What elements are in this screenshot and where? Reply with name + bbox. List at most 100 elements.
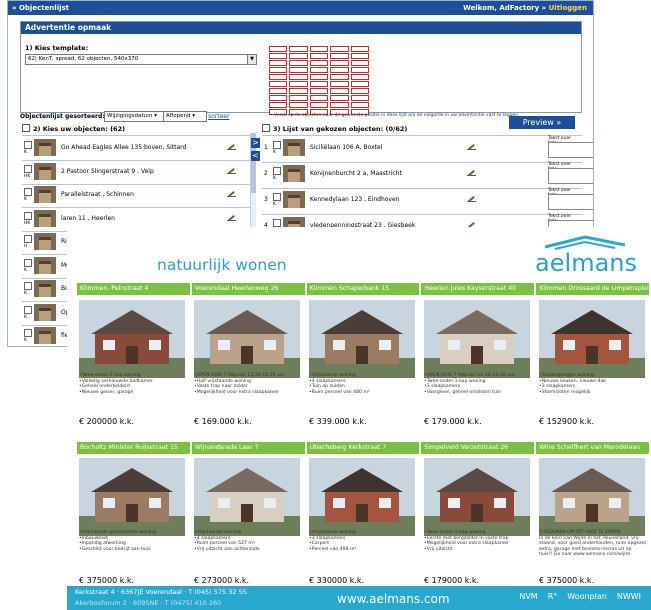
object-checkbox[interactable]	[24, 258, 32, 267]
edit-pencil-icon[interactable]	[467, 195, 476, 203]
thumbnail-row	[269, 88, 370, 94]
object-thumbnail	[34, 162, 56, 180]
object-thumbnail	[34, 209, 56, 227]
sort-field-select[interactable]: Wijzigingsdatum ▾	[104, 111, 164, 122]
thumbnail-cell	[269, 46, 288, 52]
object-checkbox[interactable]	[24, 188, 32, 196]
object-checkbox[interactable]	[273, 219, 281, 227]
listing-title: Voerendaal Heerlenweg 26	[191, 283, 305, 295]
house-image	[39, 260, 51, 274]
object-list-item[interactable]: K Parallelstraat , Schinnen	[22, 183, 250, 208]
object-checkbox[interactable]	[273, 141, 281, 149]
house-photo	[539, 458, 645, 536]
window	[448, 498, 460, 508]
object-list-item[interactable]: K Go Ahead Eagles Allee 135 boven, Sittar…	[22, 136, 250, 161]
house-photo	[79, 300, 185, 378]
select-all-checkbox[interactable]	[22, 124, 30, 132]
object-checkbox[interactable]	[24, 235, 32, 243]
nav-objectenlijst-link[interactable]: » Objectenlijst	[12, 4, 69, 12]
add-object-button[interactable]: >	[251, 138, 260, 148]
chevron-down-icon[interactable]: ▼	[247, 55, 256, 64]
object-checkbox[interactable]	[24, 282, 32, 290]
house-image	[288, 143, 300, 156]
listing-price: € 330000 k.k.	[309, 576, 365, 585]
door	[356, 346, 368, 364]
listing-photo	[79, 458, 185, 536]
feature-line: staand, voor goed onderhouden, ruim opge…	[539, 541, 648, 547]
photo-text-input[interactable]	[548, 168, 593, 184]
listing-title: Simpelveld Verzetstraat 26	[421, 442, 535, 454]
edit-pencil-icon[interactable]	[227, 143, 236, 151]
remove-object-button[interactable]: <	[251, 151, 260, 161]
listing-photo	[539, 300, 645, 378]
thumbnail-cell	[350, 81, 370, 87]
object-checkbox[interactable]	[24, 211, 32, 220]
object-type: HK	[24, 173, 31, 179]
object-list-item[interactable]: HK 2 Pastoor Slingerstraat 9 , Velp	[22, 160, 250, 185]
door	[586, 346, 598, 364]
window	[218, 340, 230, 350]
feature-line: •Nieuwe geiser, garage	[79, 389, 134, 395]
window	[218, 498, 230, 508]
thumbnail-cell	[269, 60, 288, 66]
object-type: K	[24, 197, 27, 202]
object-thumbnail	[34, 233, 56, 250]
logout-link[interactable]: Uitloggen	[549, 4, 587, 12]
template-select[interactable]: 62| KenT, spread, 62 objecten, 540x370 ▼	[25, 54, 257, 65]
object-checkbox[interactable]	[24, 141, 32, 149]
object-thumbnail	[283, 139, 305, 156]
listing-photo	[424, 300, 530, 378]
edit-pencil-icon[interactable]	[467, 169, 476, 177]
window	[563, 340, 575, 350]
photo-text-input[interactable]	[548, 194, 593, 210]
object-thumbnail	[283, 191, 305, 208]
object-checkbox[interactable]	[24, 164, 32, 173]
footer-badge: NVM	[519, 592, 538, 601]
object-type: K	[24, 314, 27, 320]
feature-line: •Mogelijkheid voor extra slaapkamer	[194, 389, 280, 395]
chosen-object-item[interactable]: 3 K Kennedylaan 123 , Eindhoven Tekst over …	[262, 188, 593, 215]
chosen-object-item[interactable]: 1KSiciliëlaan 106 A, BoxtelTekst over fo…	[262, 136, 593, 163]
listing-title: Bocholtz Minister Ruijsstraat 15	[77, 442, 190, 454]
select-all-chosen-checkbox[interactable]	[262, 124, 270, 132]
sort-order-select[interactable]: Aflopend ▾	[163, 111, 207, 122]
object-checkbox[interactable]	[24, 305, 32, 314]
window	[609, 340, 621, 350]
edit-pencil-icon[interactable]	[227, 190, 236, 198]
chosen-object-item[interactable]: 2 K Konijnenburcht 2 a, Maastricht Tekst ov…	[262, 162, 593, 189]
house-photo	[539, 300, 645, 378]
thumbnail-cell	[330, 81, 349, 87]
edit-pencil-icon[interactable]	[227, 167, 236, 175]
window	[264, 340, 276, 350]
edit-pencil-icon[interactable]	[227, 214, 236, 222]
object-position: 2	[264, 170, 268, 177]
object-checkbox[interactable]	[273, 167, 281, 175]
house-photo	[79, 458, 185, 536]
object-type: K	[24, 291, 27, 296]
object-type: K	[273, 202, 276, 207]
thumbnail-cell	[350, 88, 370, 94]
listing-price: € 169.000 k.k.	[194, 417, 252, 426]
object-checkbox[interactable]	[273, 193, 281, 201]
object-thumbnail	[34, 256, 56, 274]
house-image	[288, 169, 300, 182]
house-photo	[424, 300, 530, 378]
footer-url[interactable]: www.aelmans.com	[337, 592, 450, 606]
footer-badges: NVM R° Woonplan NWWI	[519, 592, 641, 601]
photo-text-input[interactable]	[548, 142, 593, 158]
door	[241, 346, 253, 364]
thumbnail-cell	[330, 53, 349, 59]
thumbnail-cell	[350, 46, 370, 52]
object-checkbox[interactable]	[24, 329, 32, 337]
object-thumbnail	[34, 303, 56, 321]
edit-pencil-icon[interactable]	[467, 143, 476, 151]
thumbnail-row	[269, 67, 370, 73]
sort-button[interactable]: sorteer	[208, 113, 229, 120]
footer-badge: NWWI	[616, 592, 641, 601]
sort-field-value: Wijzigingsdatum	[107, 113, 153, 119]
house-image	[39, 284, 51, 297]
window	[494, 340, 506, 350]
thumbnail-cell	[309, 60, 329, 66]
window	[264, 498, 276, 508]
house-image	[39, 190, 51, 203]
